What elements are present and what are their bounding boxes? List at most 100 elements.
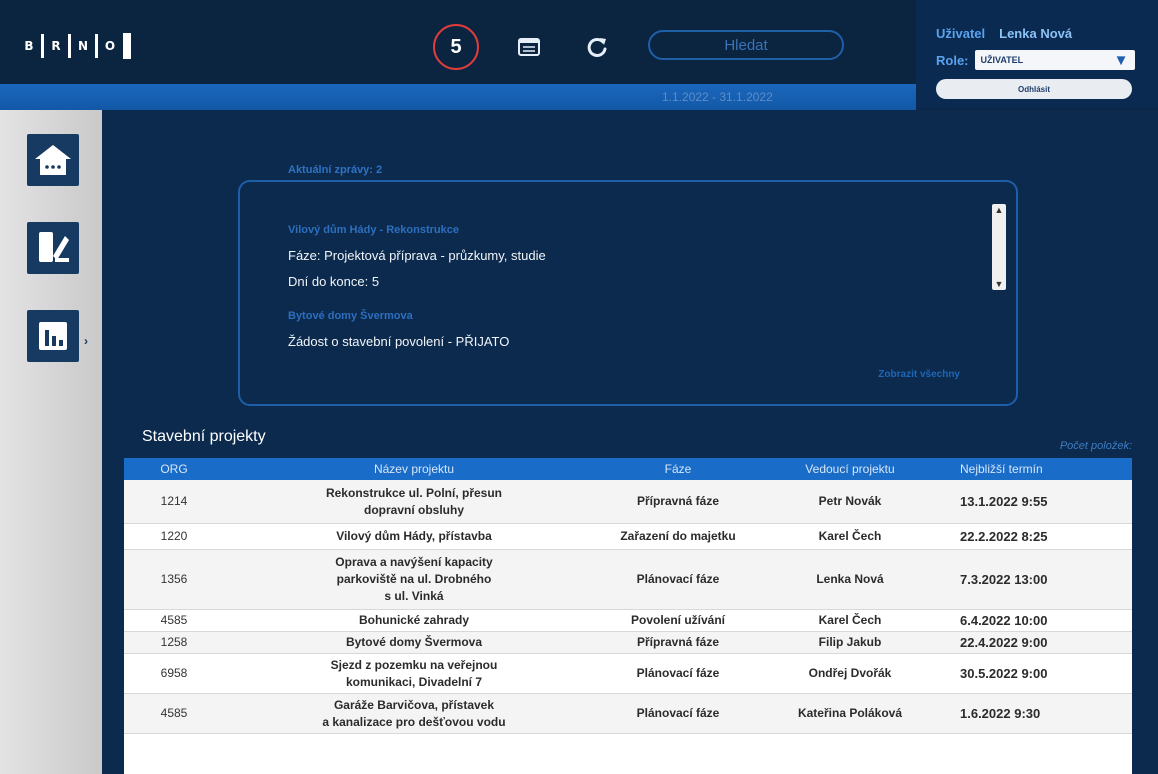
cell-project-name: Rekonstrukce ul. Polní, přesun dopravní …	[325, 485, 503, 517]
cell-project-name: Vilový dům Hády, přístavba	[336, 529, 492, 543]
cell-org: 1356	[160, 572, 188, 586]
notifications-title: Aktuální zprávy: 2	[288, 164, 383, 176]
column-header-phase[interactable]: Fáze	[604, 461, 752, 478]
cell-phase: Zařazení do majetku	[620, 529, 736, 543]
cell-project-name: Bytové domy Švermova	[345, 635, 483, 649]
logo-divider	[95, 34, 98, 58]
notifications-panel: Vilový dům Hády - Rekonstrukce Fáze: Pro…	[238, 180, 1018, 406]
notification-text: Fáze: Projektová příprava - průzkumy, st…	[288, 248, 546, 263]
column-header-deadline[interactable]: Nejbližší termín	[948, 461, 1132, 478]
cell-manager: Petr Novák	[818, 494, 882, 508]
cell-deadline: 1.6.2022 9:30	[960, 706, 1041, 721]
notification-link[interactable]: Bytové domy Švermova	[288, 310, 413, 322]
role-row: Role: UŽIVATEL ▼	[936, 50, 1135, 70]
cell-deadline: 30.5.2022 9:00	[960, 666, 1048, 681]
notification-text: Dní do konce: 5	[288, 274, 380, 289]
table-row[interactable]: 1356 Oprava a navýšení kapacity parkovišt…	[124, 550, 1132, 610]
cell-org: 1220	[160, 529, 188, 543]
dropdown-arrow-icon: ▼	[1113, 51, 1129, 69]
logo-bar	[123, 33, 131, 59]
scroll-up-icon[interactable]: ▲	[992, 205, 1006, 215]
scroll-down-icon[interactable]: ▼	[992, 279, 1006, 289]
role-value: UŽIVATEL	[980, 55, 1024, 65]
cell-phase: Povolení užívání	[630, 613, 726, 627]
cell-phase: Plánovací fáze	[636, 666, 720, 680]
cell-phase: Přípravná fáze	[636, 494, 720, 508]
cell-org: 4585	[160, 613, 188, 627]
cell-deadline: 13.1.2022 9:55	[960, 494, 1048, 509]
refresh-icon	[587, 37, 607, 57]
chevron-right-icon[interactable]: ›	[84, 334, 88, 348]
projects-table: ORG Název projektu Fáze Vedoucí projektu…	[124, 458, 1132, 774]
sidebar-item-home[interactable]	[27, 134, 79, 186]
logout-button[interactable]: Odhlásit	[936, 79, 1132, 99]
calendar-icon	[518, 38, 540, 56]
item-count-label: Počet položek:	[1059, 440, 1132, 452]
logout-label: Odhlásit	[1017, 84, 1050, 94]
cell-manager: Lenka Nová	[816, 572, 884, 586]
table-row[interactable]: 4585 Garáže Barvičova, přístavek a kanali…	[124, 694, 1132, 734]
sidebar-item-reports[interactable]	[27, 310, 79, 362]
date-range[interactable]: 1.1.2022 - 31.1.2022	[662, 90, 773, 104]
document-edit-icon	[39, 232, 69, 262]
logo-divider	[68, 34, 71, 58]
notification-link[interactable]: Vilový dům Hády - Rekonstrukce	[288, 224, 459, 236]
logo-divider	[41, 34, 44, 58]
table-body: 1214 Rekonstrukce ul. Polní, přesun dopra…	[124, 480, 1132, 734]
cell-phase: Přípravná fáze	[636, 635, 720, 649]
cell-deadline: 6.4.2022 10:00	[960, 613, 1048, 628]
user-name: Lenka Nová	[999, 26, 1073, 41]
logo-letter: B	[24, 39, 34, 53]
column-header-manager[interactable]: Vedoucí projektu	[752, 461, 948, 478]
cell-manager: Filip Jakub	[818, 635, 882, 649]
table-row[interactable]: 4585 Bohunické zahrady Povolení užívání Kar…	[124, 610, 1132, 632]
notification-count: 5	[450, 35, 462, 58]
cell-project-name: Garáže Barvičova, přístavek a kanalizace…	[322, 697, 506, 729]
column-header-org[interactable]: ORG	[124, 461, 224, 478]
user-panel: Uživatel Lenka Nová Role: UŽIVATEL ▼ Odh…	[916, 0, 1158, 108]
column-header-name[interactable]: Název projektu	[224, 461, 604, 478]
cell-project-name: Sjezd z pozemku na veřejnou komunikaci, …	[330, 657, 498, 689]
table-row[interactable]: 1258 Bytové domy Švermova Přípravná fáze Fi…	[124, 632, 1132, 654]
table-header: ORG Název projektu Fáze Vedoucí projektu…	[124, 458, 1132, 480]
notifications-scrollbar[interactable]: ▲ ▼	[992, 204, 1006, 290]
sidebar-item-projects[interactable]	[27, 222, 79, 274]
search-label: Hledat	[724, 36, 768, 54]
cell-project-name: Oprava a navýšení kapacity parkoviště na…	[335, 555, 493, 603]
date-strip	[0, 84, 916, 110]
cell-deadline: 22.2.2022 8:25	[960, 529, 1048, 544]
cell-phase: Plánovací fáze	[636, 572, 720, 586]
refresh-button[interactable]	[580, 30, 614, 64]
notifications-button[interactable]: 5	[433, 24, 479, 70]
role-select[interactable]: UŽIVATEL ▼	[974, 50, 1135, 70]
main-content: Aktuální zprávy: 2 Vilový dům Hády - Rek…	[102, 110, 1158, 774]
cell-deadline: 7.3.2022 13:00	[960, 572, 1048, 587]
logo-letter: O	[104, 39, 116, 53]
cell-org: 1214	[160, 494, 188, 508]
cell-org: 1258	[160, 635, 188, 649]
cell-manager: Karel Čech	[818, 529, 882, 543]
cell-phase: Plánovací fáze	[636, 706, 720, 720]
table-row[interactable]: 1214 Rekonstrukce ul. Polní, přesun dopra…	[124, 480, 1132, 524]
cell-project-name: Bohunické zahrady	[358, 613, 470, 627]
user-info: Uživatel Lenka Nová	[936, 26, 1072, 41]
app-window: B R N O 5 Hledat 1.1.2022 - 31.1.2022 Už…	[0, 0, 1158, 774]
logo-letter: R	[51, 39, 61, 53]
cell-manager: Ondřej Dvořák	[808, 666, 892, 680]
notification-text: Žádost o stavební povolení - PŘIJATO	[288, 334, 510, 349]
logo-letter: N	[77, 39, 89, 53]
calendar-button[interactable]	[512, 30, 546, 64]
cell-manager: Kateřina Poláková	[797, 706, 903, 720]
search-button[interactable]: Hledat	[648, 30, 844, 60]
table-row[interactable]: 6958 Sjezd z pozemku na veřejnou komunika…	[124, 654, 1132, 694]
show-all-link[interactable]: Zobrazit všechny	[878, 369, 960, 380]
cell-org: 4585	[160, 706, 188, 720]
sidebar: ›	[0, 110, 102, 774]
cell-deadline: 22.4.2022 9:00	[960, 635, 1048, 650]
brno-logo[interactable]: B R N O	[20, 33, 131, 59]
cell-org: 6958	[160, 666, 188, 680]
table-row[interactable]: 1220 Vilový dům Hády, přístavba Zařazení d…	[124, 524, 1132, 550]
user-label: Uživatel	[936, 26, 986, 41]
projects-title: Stavební projekty	[142, 428, 266, 445]
role-label: Role:	[936, 52, 969, 68]
